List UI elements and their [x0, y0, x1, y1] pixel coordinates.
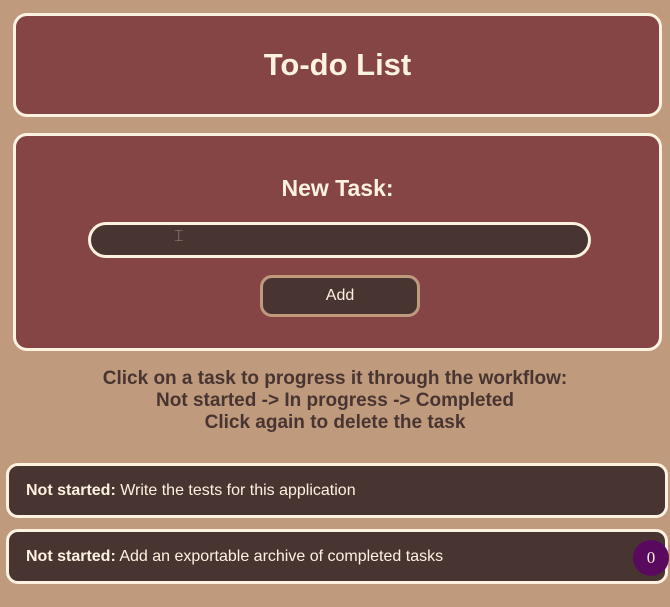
- text-cursor-icon: ⌶: [174, 228, 184, 245]
- header-panel: To-do List: [13, 13, 662, 117]
- task-item[interactable]: Not started: Add an exportable archive o…: [6, 529, 668, 584]
- counter-badge: 0: [633, 540, 669, 576]
- task-text: Add an exportable archive of completed t…: [119, 548, 444, 565]
- task-item[interactable]: Not started: Write the tests for this ap…: [6, 463, 668, 518]
- task-text: Write the tests for this application: [120, 482, 356, 499]
- task-status: Not started:: [26, 482, 116, 499]
- instructions-line-3: Click again to delete the task: [204, 412, 466, 433]
- instructions-line-1: Click on a task to progress it through t…: [102, 368, 568, 389]
- instructions: Click on a task to progress it through t…: [0, 368, 670, 434]
- page-title: To-do List: [263, 47, 412, 82]
- new-task-panel: New Task: ⌶ Add: [13, 133, 662, 351]
- new-task-label: New Task:: [281, 175, 394, 201]
- add-button[interactable]: Add: [260, 275, 420, 317]
- task-status: Not started:: [26, 548, 116, 565]
- new-task-input[interactable]: [88, 222, 591, 258]
- instructions-line-2: Not started -> In progress -> Completed: [156, 390, 514, 411]
